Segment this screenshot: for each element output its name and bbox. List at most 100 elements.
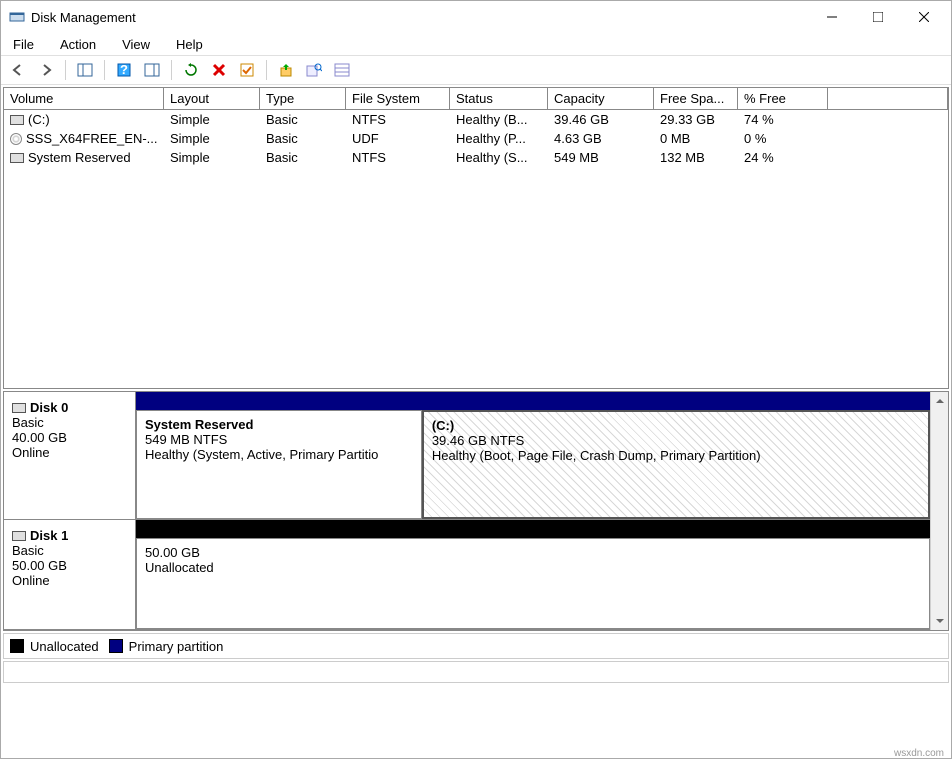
volume-fs: UDF (346, 129, 450, 148)
volume-fs: NTFS (346, 110, 450, 129)
volume-pctfree: 74 % (738, 110, 828, 129)
column-header-layout[interactable]: Layout (164, 88, 260, 110)
disk-label[interactable]: Disk 0Basic40.00 GBOnline (4, 392, 136, 519)
disk-status: Online (12, 445, 127, 460)
volume-name: System Reserved (28, 150, 131, 165)
refresh-button[interactable] (180, 59, 202, 81)
column-header-filesystem[interactable]: File System (346, 88, 450, 110)
disk-name: Disk 0 (30, 400, 68, 415)
volume-capacity: 4.63 GB (548, 129, 654, 148)
disk-partitions: System Reserved549 MB NTFSHealthy (Syste… (136, 392, 930, 519)
partition[interactable]: (C:)39.46 GB NTFSHealthy (Boot, Page Fil… (422, 410, 930, 519)
disk-type: Basic (12, 415, 127, 430)
legend-swatch-unallocated (10, 639, 24, 653)
disk-size: 40.00 GB (12, 430, 127, 445)
partition[interactable]: System Reserved549 MB NTFSHealthy (Syste… (136, 410, 422, 519)
volume-pctfree: 24 % (738, 148, 828, 167)
titlebar: Disk Management (1, 1, 951, 33)
toolbar-divider (171, 60, 172, 80)
help-button[interactable]: ? (113, 59, 135, 81)
menu-help[interactable]: Help (170, 35, 209, 54)
column-header-spacer (828, 88, 948, 110)
forward-button[interactable] (35, 59, 57, 81)
toolbar-divider (65, 60, 66, 80)
column-header-pctfree[interactable]: % Free (738, 88, 828, 110)
legend-label-unallocated: Unallocated (30, 639, 99, 654)
partition-name: (C:) (432, 418, 920, 433)
properties-button[interactable] (303, 59, 325, 81)
legend-swatch-primary (109, 639, 123, 653)
disk-partitions: 50.00 GBUnallocated (136, 520, 930, 629)
partition-name: System Reserved (145, 417, 413, 432)
volume-type: Basic (260, 148, 346, 167)
volume-row[interactable]: System ReservedSimpleBasicNTFSHealthy (S… (4, 148, 948, 167)
svg-text:?: ? (120, 63, 128, 77)
menubar: File Action View Help (1, 33, 951, 55)
partition-health: Healthy (Boot, Page File, Crash Dump, Pr… (432, 448, 920, 463)
volume-type: Basic (260, 110, 346, 129)
volume-row[interactable]: (C:)SimpleBasicNTFSHealthy (B...39.46 GB… (4, 110, 948, 129)
disk-row: Disk 0Basic40.00 GBOnlineSystem Reserved… (4, 392, 930, 520)
column-header-freespace[interactable]: Free Spa... (654, 88, 738, 110)
volume-row[interactable]: SSS_X64FREE_EN-... SimpleBasicUDFHealthy … (4, 129, 948, 148)
disk-status: Online (12, 573, 127, 588)
show-hide-console-tree-button[interactable] (74, 59, 96, 81)
volume-list: Volume Layout Type File System Status Ca… (3, 87, 949, 389)
partition-size: 50.00 GB (145, 545, 921, 560)
volume-capacity: 39.46 GB (548, 110, 654, 129)
volume-fs: NTFS (346, 148, 450, 167)
disk-graphical-view: Disk 0Basic40.00 GBOnlineSystem Reserved… (3, 391, 949, 631)
volume-name: SSS_X64FREE_EN-... (26, 131, 158, 146)
column-header-volume[interactable]: Volume (4, 88, 164, 110)
minimize-button[interactable] (809, 2, 855, 32)
show-hide-action-pane-button[interactable] (141, 59, 163, 81)
volume-pctfree: 0 % (738, 129, 828, 148)
disk-type: Basic (12, 543, 127, 558)
partition-header-bar (136, 520, 930, 538)
back-button[interactable] (7, 59, 29, 81)
app-icon (9, 9, 25, 25)
toolbar-divider (104, 60, 105, 80)
scroll-up-arrow[interactable] (931, 392, 948, 410)
vertical-scrollbar[interactable] (930, 392, 948, 630)
column-header-type[interactable]: Type (260, 88, 346, 110)
legend-label-primary: Primary partition (129, 639, 224, 654)
partition[interactable]: 50.00 GBUnallocated (136, 538, 930, 629)
disk-label[interactable]: Disk 1Basic50.00 GBOnline (4, 520, 136, 629)
cd-icon (10, 133, 22, 145)
partition-health: Healthy (System, Active, Primary Partiti… (145, 447, 413, 462)
volume-status: Healthy (P... (450, 129, 548, 148)
volume-name: (C:) (28, 112, 50, 127)
partition-health: Unallocated (145, 560, 921, 575)
column-header-status[interactable]: Status (450, 88, 548, 110)
menu-action[interactable]: Action (54, 35, 102, 54)
disk-size: 50.00 GB (12, 558, 127, 573)
drive-icon (10, 115, 24, 125)
maximize-button[interactable] (855, 2, 901, 32)
disk-icon (12, 403, 26, 413)
scroll-track[interactable] (931, 410, 948, 612)
volume-type: Basic (260, 129, 346, 148)
statusbar (3, 661, 949, 683)
volume-list-body[interactable]: (C:) SimpleBasicNTFSHealthy (B...39.46 GB… (4, 110, 948, 388)
list-button[interactable] (331, 59, 353, 81)
menu-file[interactable]: File (7, 35, 40, 54)
delete-button[interactable] (208, 59, 230, 81)
volume-status: Healthy (B... (450, 110, 548, 129)
volume-layout: Simple (164, 148, 260, 167)
disk-name: Disk 1 (30, 528, 68, 543)
scroll-down-arrow[interactable] (931, 612, 948, 630)
disk-icon (12, 531, 26, 541)
checkmark-button[interactable] (236, 59, 258, 81)
close-button[interactable] (901, 2, 947, 32)
volume-capacity: 549 MB (548, 148, 654, 167)
export-button[interactable] (275, 59, 297, 81)
menu-view[interactable]: View (116, 35, 156, 54)
toolbar: ? (1, 55, 951, 85)
window-controls (809, 2, 947, 32)
drive-icon (10, 153, 24, 163)
column-header-capacity[interactable]: Capacity (548, 88, 654, 110)
volume-layout: Simple (164, 129, 260, 148)
partition-size: 549 MB NTFS (145, 432, 413, 447)
toolbar-divider (266, 60, 267, 80)
